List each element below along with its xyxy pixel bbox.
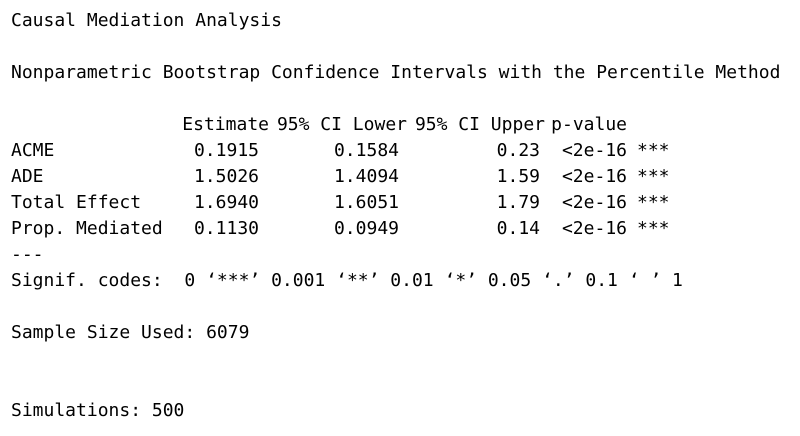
row-estimate: 0.1130 (193, 218, 259, 239)
table-row: ACME 0.1915 0.1584 0.23 <2e-16 *** (11, 138, 791, 164)
row-signif: *** (637, 166, 670, 187)
analysis-title: Causal Mediation Analysis (11, 10, 282, 31)
row-ci-upper: 1.59 (496, 166, 540, 187)
table-row: Prop. Mediated 0.1130 0.0949 0.14 <2e-16… (11, 216, 791, 242)
table-header-row: Estimate 95% CI Lower 95% CI Upper p-val… (11, 112, 791, 138)
row-estimate: 1.6940 (193, 192, 259, 213)
header-p-value: p-value (551, 114, 627, 135)
row-ci-lower: 1.6051 (333, 192, 399, 213)
row-label: ADE (11, 166, 44, 187)
row-signif: *** (637, 140, 670, 161)
header-estimate: Estimate (182, 114, 269, 135)
row-signif: *** (637, 192, 670, 213)
row-p-value: <2e-16 (561, 192, 627, 213)
row-ci-upper: 0.14 (496, 218, 540, 239)
row-ci-upper: 0.23 (496, 140, 540, 161)
row-estimate: 0.1915 (193, 140, 259, 161)
header-ci-upper: 95% CI Upper (414, 114, 545, 135)
row-ci-lower: 1.4094 (333, 166, 399, 187)
header-ci-lower: 95% CI Lower (276, 114, 407, 135)
sample-size: Sample Size Used: 6079 (11, 322, 250, 343)
row-p-value: <2e-16 (561, 218, 627, 239)
separator-line: --- (11, 244, 44, 265)
row-estimate: 1.5026 (193, 166, 259, 187)
row-ci-upper: 1.79 (496, 192, 540, 213)
row-p-value: <2e-16 (561, 166, 627, 187)
table-row: ADE 1.5026 1.4094 1.59 <2e-16 *** (11, 164, 791, 190)
row-p-value: <2e-16 (561, 140, 627, 161)
table-row: Total Effect 1.6940 1.6051 1.79 <2e-16 *… (11, 190, 791, 216)
row-ci-lower: 0.0949 (333, 218, 399, 239)
signif-codes: Signif. codes: 0 ‘***’ 0.001 ‘**’ 0.01 ‘… (11, 270, 683, 291)
simulations-count: Simulations: 500 (11, 400, 185, 421)
row-signif: *** (637, 218, 670, 239)
analysis-subtitle: Nonparametric Bootstrap Confidence Inter… (11, 62, 781, 83)
row-label: ACME (11, 140, 55, 161)
row-label: Total Effect (11, 192, 142, 213)
row-label: Prop. Mediated (11, 218, 163, 239)
row-ci-lower: 0.1584 (333, 140, 399, 161)
